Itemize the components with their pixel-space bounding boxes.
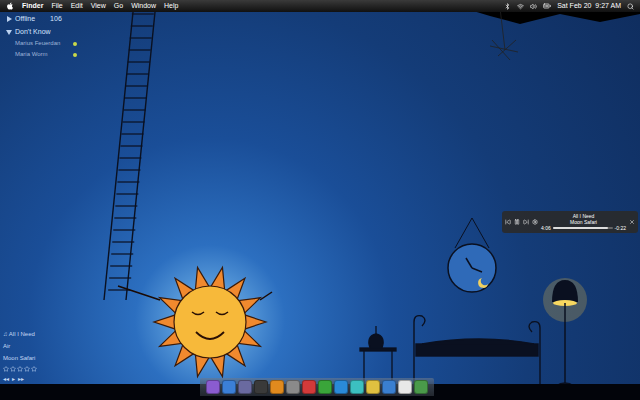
group-name[interactable]: Offline [15,14,35,25]
next-icon[interactable] [523,219,529,225]
menu-item[interactable]: Finder [22,1,43,12]
menu-item[interactable]: Window [131,1,156,12]
spiderweb-icon [490,8,518,60]
group-count: 106 [50,14,62,25]
progress-track[interactable] [553,227,613,229]
track-album: Moon Safari [570,219,597,225]
playback-control[interactable]: ◂◂ [3,375,9,384]
clock-icon [448,218,496,292]
battery-icon[interactable] [543,2,551,10]
spotlight-icon[interactable] [627,3,634,10]
menu-item[interactable]: Go [114,1,123,12]
table-icon [360,326,396,386]
playback-control[interactable]: ▸ [12,375,15,384]
mini-player: All I NeedMoon Safari 4:06 -0:22 [502,211,638,233]
dock-app-icon[interactable] [238,380,252,394]
dock-app-icon[interactable] [222,380,236,394]
dock-app-icon[interactable] [302,380,316,394]
star-icon[interactable] [24,366,30,372]
group-name[interactable]: Don't Know [15,27,51,38]
star-icon[interactable] [17,366,23,372]
song-artist: Air [3,342,37,351]
song-title: ♫ All I Need [3,330,37,339]
sun-rays-icon [154,267,266,376]
disclosure-triangle-icon[interactable] [6,29,12,35]
menu-item[interactable]: View [91,1,106,12]
dock-app-icon[interactable] [414,380,428,394]
dock-app-icon[interactable] [398,380,412,394]
close-icon[interactable] [629,219,635,225]
dock-app-icon[interactable] [206,380,220,394]
desktop: Finder File Edit View Go Window Help Sat Feb 20… [0,0,640,400]
pause-icon[interactable] [514,219,520,225]
star-icon[interactable] [3,366,9,372]
menu-item[interactable]: Edit [71,1,83,12]
bluetooth-icon[interactable] [504,3,511,10]
wallpaper-drawing [0,0,640,400]
status-dot [73,42,77,46]
star-icon[interactable] [31,366,37,372]
buddy-contact[interactable]: Maria Worm [6,50,126,59]
track-title: All I Need [573,213,595,219]
song-album: Moon Safari [3,354,37,363]
sun-icon [174,286,246,358]
now-playing: ♫ All I NeedAirMoon Safari◂◂▸▸▸ [3,330,37,384]
dock-app-icon[interactable] [254,380,268,394]
buddy-group: Don't KnowMarius Feuerdan Maria Worm [6,27,126,60]
buddy-list: Offline 106 Don't KnowMarius Feuerdan Maria… [6,14,126,59]
dock-app-icon[interactable] [350,380,364,394]
elapsed-time: 4:06 [541,225,551,231]
playback-control[interactable]: ▸▸ [18,375,24,384]
status-dot [73,53,77,57]
star-icon[interactable] [10,366,16,372]
remaining-time: -0:22 [615,225,626,231]
menu-bar: Finder File Edit View Go Window Help Sat Feb 20… [0,0,640,12]
dock-app-icon[interactable] [382,380,396,394]
buddy-contact[interactable]: Marius Feuerdan [6,39,126,48]
dock-app-icon[interactable] [286,380,300,394]
menu-clock[interactable]: Sat Feb 20 9:27 AM [557,1,621,12]
rating-stars[interactable] [3,366,37,372]
wifi-icon[interactable] [517,3,524,10]
disclosure-triangle-icon[interactable] [6,16,12,22]
dock-app-icon[interactable] [318,380,332,394]
progress-fill [553,227,608,229]
lamp-icon [543,278,587,386]
menu-item[interactable]: File [51,1,62,12]
gear-icon[interactable] [532,219,538,225]
bed-icon [414,316,540,386]
buddy-group: Offline 106 [6,14,126,25]
ladder-icon [104,12,155,300]
dock-app-icon[interactable] [270,380,284,394]
dock-app-icon[interactable] [366,380,380,394]
previous-icon[interactable] [505,219,511,225]
dock-app-icon[interactable] [334,380,348,394]
apple-logo-icon[interactable] [6,2,14,10]
volume-icon[interactable] [530,3,537,10]
menu-item[interactable]: Help [164,1,178,12]
dock [200,378,434,396]
